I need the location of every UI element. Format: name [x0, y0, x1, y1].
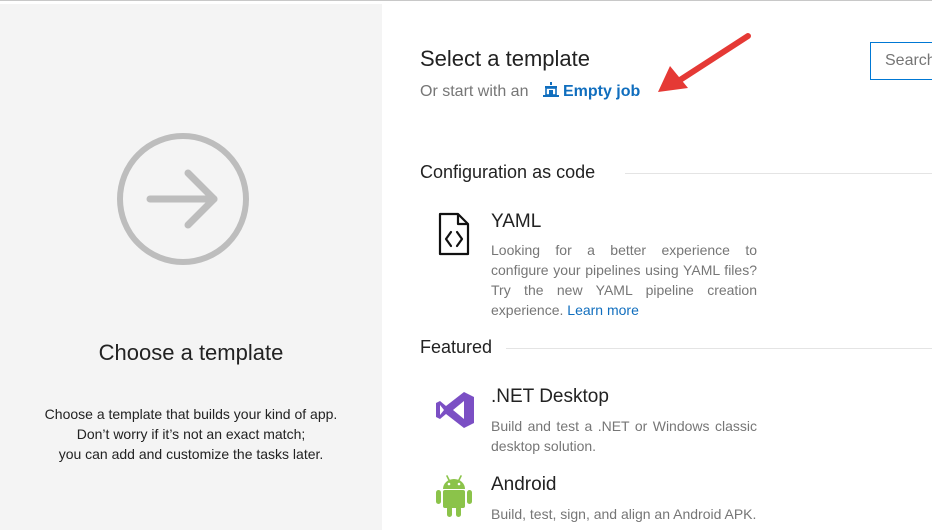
- template-title-net-desktop[interactable]: .NET Desktop: [491, 386, 609, 408]
- template-description-android: Build, test, sign, and align an Android …: [491, 506, 757, 522]
- start-prefix: Or start with an: [420, 83, 529, 100]
- build-icon: [542, 82, 559, 97]
- search-input[interactable]: [870, 42, 932, 80]
- start-empty-row: Or start with an Empty job: [420, 82, 640, 101]
- left-panel-description: Choose a template that builds your kind …: [0, 404, 382, 464]
- annotation-arrow: [658, 33, 751, 92]
- section-divider: [506, 348, 932, 349]
- android-icon: [436, 475, 472, 517]
- yaml-file-icon: [438, 212, 470, 256]
- section-configuration-as-code: Configuration as code: [420, 162, 932, 186]
- section-featured: Featured: [420, 337, 932, 361]
- section-divider: [625, 173, 932, 174]
- arrow-circle-icon: [117, 133, 249, 265]
- description-line: you can add and customize the tasks late…: [58, 446, 324, 462]
- empty-job-link[interactable]: Empty job: [542, 82, 641, 100]
- section-title: Configuration as code: [420, 162, 596, 182]
- description-line: Choose a template that builds your kind …: [44, 406, 338, 422]
- learn-more-link[interactable]: Learn more: [567, 302, 639, 318]
- page-title: Select a template: [420, 46, 590, 71]
- visual-studio-icon: [436, 392, 474, 428]
- template-title-android[interactable]: Android: [491, 474, 557, 496]
- empty-job-label: Empty job: [562, 83, 641, 100]
- left-panel: Choose a template Choose a template that…: [0, 4, 382, 530]
- template-description-yaml: Looking for a better experience to confi…: [491, 240, 757, 320]
- template-description-net-desktop: Build and test a .NET or Windows classic…: [491, 418, 757, 454]
- section-title: Featured: [420, 337, 493, 357]
- template-title-yaml[interactable]: YAML: [491, 211, 541, 233]
- description-line: Don’t worry if it’s not an exact match;: [76, 426, 306, 442]
- left-panel-title: Choose a template: [98, 340, 284, 365]
